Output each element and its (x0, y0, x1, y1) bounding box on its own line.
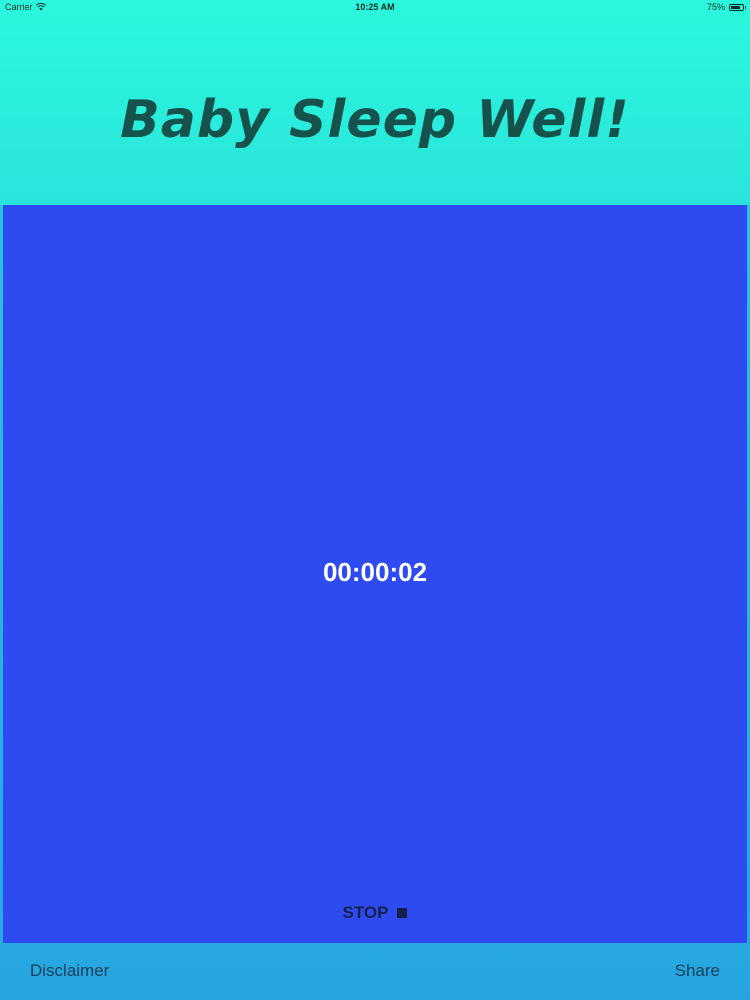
bottom-toolbar: Disclaimer Share (0, 943, 750, 1000)
stop-label: STOP (342, 903, 389, 922)
share-button[interactable]: Share (675, 961, 720, 981)
player-panel[interactable]: 00:00:02 STOP (3, 205, 747, 943)
status-time: 10:25 AM (355, 2, 395, 12)
stop-button[interactable]: STOP (3, 903, 747, 923)
status-right: 75% (706, 2, 746, 12)
disclaimer-button[interactable]: Disclaimer (30, 961, 109, 981)
app-title: Baby Sleep Well! (120, 90, 630, 150)
stop-icon (397, 908, 408, 918)
status-bar: Carrier 10:25 AM 75% (0, 0, 750, 16)
elapsed-timer: 00:00:02 (322, 557, 428, 587)
battery-percent: 75% (706, 2, 725, 12)
app-screen: Carrier 10:25 AM 75% Baby Sleep Well! 00… (0, 0, 750, 1000)
battery-icon (729, 3, 746, 11)
